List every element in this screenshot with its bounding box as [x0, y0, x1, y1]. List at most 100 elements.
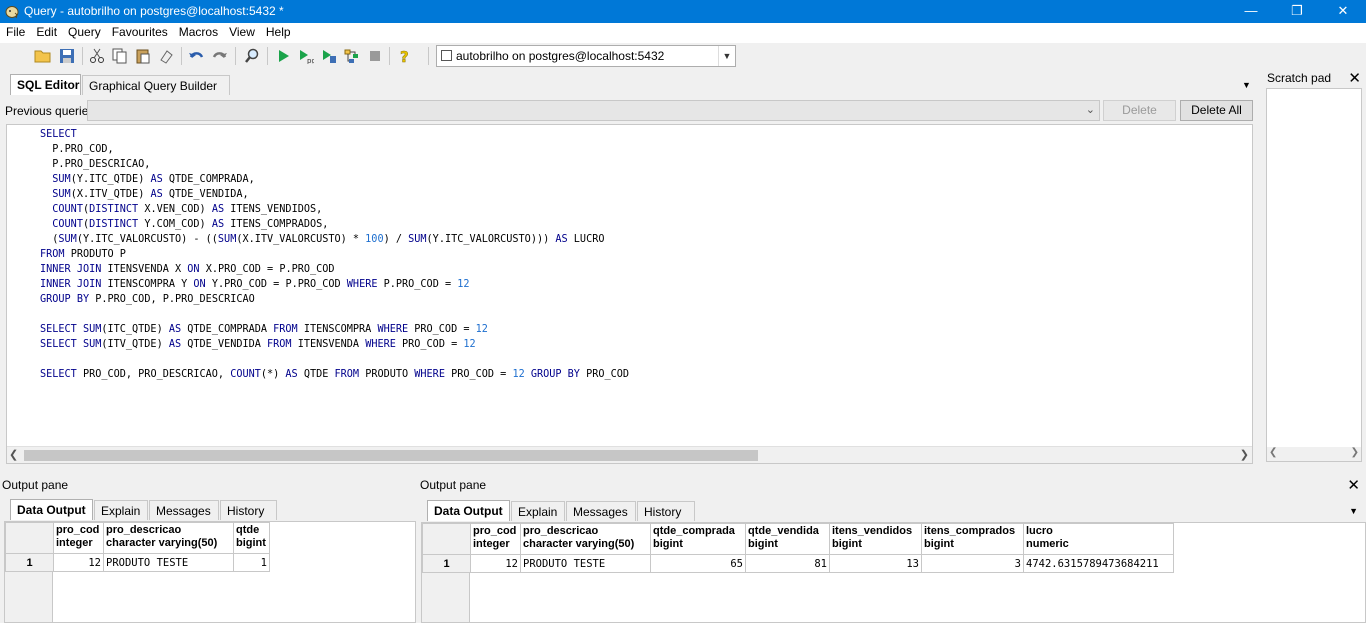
tab-explain[interactable]: Explain	[511, 501, 565, 521]
clear-icon[interactable]	[156, 46, 176, 66]
result-table: pro_cod integer pro_descricao character var…	[422, 523, 1174, 573]
menu-query[interactable]: Query	[62, 23, 106, 39]
sql-line: P.PRO_COD,	[52, 144, 114, 155]
connection-select[interactable]: autobrilho on postgres@localhost:5432 ▼	[436, 45, 736, 67]
column-header-pro_cod[interactable]: pro_cod integer	[53, 522, 104, 554]
column-header-itens_comprados[interactable]: itens_comprados bigint	[921, 523, 1024, 555]
sql-line: GROUP BY P.PRO_COD, P.PRO_DESCRICAO	[40, 294, 255, 305]
tab-history[interactable]: History	[637, 501, 695, 521]
tab-data-output[interactable]: Data Output	[10, 499, 93, 520]
save-icon[interactable]	[57, 46, 77, 66]
table-cell[interactable]: 65	[650, 554, 746, 573]
maximize-button[interactable]: ❐	[1274, 0, 1320, 23]
table-cell[interactable]: 13	[829, 554, 922, 573]
sql-code[interactable]: SELECT P.PRO_COD, P.PRO_DESCRICAO, SUM(Y…	[40, 127, 629, 382]
menu-view[interactable]: View	[223, 23, 260, 39]
table-cell[interactable]: 12	[53, 553, 104, 572]
minimize-button[interactable]: —	[1228, 0, 1274, 23]
table-cell[interactable]: 4742.6315789473684211	[1023, 554, 1174, 573]
scroll-left-icon[interactable]: ❮	[9, 448, 18, 461]
scroll-right-icon[interactable]: ❯	[1240, 448, 1249, 461]
tab-graphical-query-builder[interactable]: Graphical Query Builder	[82, 75, 230, 95]
delete-button[interactable]: Delete	[1103, 100, 1176, 121]
column-header-qtde[interactable]: qtde bigint	[233, 522, 270, 554]
column-header-pro_cod[interactable]: pro_cod integer	[470, 523, 521, 555]
scratch-pad-close-icon[interactable]: ✕	[1348, 69, 1361, 87]
row-header-corner[interactable]	[422, 523, 471, 555]
explain-icon[interactable]	[342, 46, 362, 66]
menu-favourites[interactable]: Favourites	[106, 23, 173, 39]
editor-horizontal-scrollbar[interactable]: ❮ ❯	[7, 446, 1252, 463]
chevron-down-icon: ⌄	[1085, 104, 1095, 116]
tab-menu-icon[interactable]: ▼	[1349, 506, 1358, 516]
open-file-icon[interactable]	[33, 46, 53, 66]
close-window-button[interactable]: ✕	[1320, 0, 1366, 23]
menu-edit[interactable]: Edit	[30, 23, 62, 39]
undo-icon[interactable]	[186, 46, 206, 66]
tab-menu-icon[interactable]: ▼	[1242, 80, 1251, 90]
scrollbar-thumb[interactable]	[24, 450, 758, 461]
column-header-itens_vendidos[interactable]: itens_vendidos bigint	[829, 523, 922, 555]
output-pane-close-icon[interactable]: ✕	[1347, 476, 1360, 494]
execute-pgscript-icon[interactable]: pg	[296, 46, 316, 66]
sql-line	[40, 352, 629, 367]
table-cell[interactable]: 1	[233, 553, 270, 572]
menu-macros[interactable]: Macros	[173, 23, 223, 39]
column-header-qtde_comprada[interactable]: qtde_comprada bigint	[650, 523, 746, 555]
row-header-corner[interactable]	[5, 522, 54, 554]
column-type: bigint	[748, 538, 778, 550]
menu-help[interactable]: Help	[260, 23, 296, 39]
find-icon[interactable]	[242, 46, 262, 66]
execute-icon[interactable]	[273, 46, 293, 66]
pgadmin-elephant-icon	[5, 6, 19, 19]
tab-messages[interactable]: Messages	[149, 500, 219, 520]
table-cell[interactable]: 81	[745, 554, 830, 573]
column-name: qtde_comprada	[653, 525, 735, 537]
scroll-left-icon[interactable]: ❮	[1269, 447, 1277, 458]
table-cell[interactable]: 3	[921, 554, 1024, 573]
execute-to-file-icon[interactable]	[319, 46, 339, 66]
sql-editor[interactable]: SELECT P.PRO_COD, P.PRO_DESCRICAO, SUM(Y…	[6, 124, 1253, 464]
tab-messages[interactable]: Messages	[566, 501, 636, 521]
tab-history[interactable]: History	[220, 500, 277, 520]
column-header-pro_descricao[interactable]: pro_descricao character varying(50)	[103, 522, 234, 554]
tab-sql-editor[interactable]: SQL Editor	[10, 74, 81, 95]
table-cell[interactable]: PRODUTO TESTE	[520, 554, 651, 573]
copy-icon[interactable]	[110, 46, 130, 66]
chevron-down-icon[interactable]: ▼	[718, 46, 735, 66]
title-bar: Query - autobrilho on postgres@localhost…	[0, 0, 1366, 23]
scratch-pad-textarea[interactable]: ❮ ❯	[1266, 88, 1362, 462]
menu-file[interactable]: File	[0, 23, 30, 39]
paste-icon[interactable]	[133, 46, 153, 66]
column-type: integer	[473, 538, 510, 550]
data-output-grid[interactable]: pro_cod integer pro_descricao character var…	[4, 521, 416, 623]
column-name: pro_descricao	[106, 524, 182, 536]
column-header-pro_descricao[interactable]: pro_descricao character varying(50)	[520, 523, 651, 555]
menu-bar: File Edit Query Favourites Macros View Help	[0, 23, 1366, 43]
output-pane-right: Output pane ✕ Data Output Explain Messag…	[418, 476, 1366, 623]
column-type: numeric	[1026, 538, 1069, 550]
row-number[interactable]: 1	[5, 553, 54, 572]
sql-line: SELECT PRO_COD, PRO_DESCRICAO, COUNT(*) …	[40, 369, 630, 380]
column-header-lucro[interactable]: lucro numeric	[1023, 523, 1174, 555]
table-row[interactable]: 1 12 PRODUTO TESTE 1	[5, 553, 270, 572]
previous-queries-select[interactable]: ⌄	[87, 100, 1100, 121]
table-cell[interactable]: PRODUTO TESTE	[103, 553, 234, 572]
data-output-grid[interactable]: pro_cod integer pro_descricao character var…	[421, 522, 1366, 623]
table-cell[interactable]: 12	[470, 554, 521, 573]
row-number[interactable]: 1	[422, 554, 471, 573]
column-type: integer	[56, 537, 93, 549]
cut-icon[interactable]	[87, 46, 107, 66]
table-row[interactable]: 1 12 PRODUTO TESTE 65 81 13 3 4742.631578947368…	[422, 554, 1174, 573]
tab-data-output[interactable]: Data Output	[427, 500, 510, 521]
redo-icon[interactable]	[210, 46, 230, 66]
column-header-qtde_vendida[interactable]: qtde_vendida bigint	[745, 523, 830, 555]
window-title: Query - autobrilho on postgres@localhost…	[24, 4, 284, 18]
delete-all-button[interactable]: Delete All	[1180, 100, 1253, 121]
tab-explain[interactable]: Explain	[94, 500, 148, 520]
help-icon[interactable]: ?	[395, 46, 415, 66]
column-type: bigint	[832, 538, 862, 550]
cancel-query-icon[interactable]	[365, 46, 385, 66]
sql-line: (SUM(Y.ITC_VALORCUSTO) - ((SUM(X.ITV_VAL…	[40, 234, 605, 245]
scroll-right-icon[interactable]: ❯	[1351, 447, 1359, 458]
